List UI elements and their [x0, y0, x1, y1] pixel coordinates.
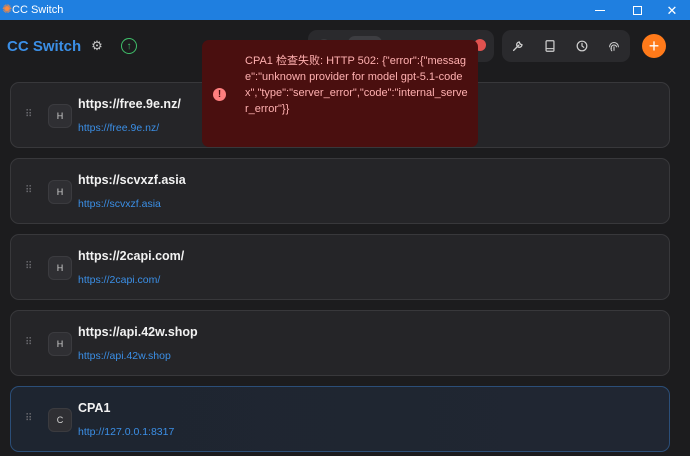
brand-title[interactable]: CC Switch — [7, 38, 81, 55]
minimize-icon — [595, 9, 605, 11]
drag-handle-icon[interactable]: ⠿ — [25, 337, 33, 349]
fingerprint-icon — [609, 41, 619, 52]
drag-handle-icon[interactable]: ⠿ — [25, 185, 33, 197]
toolbar — [502, 30, 630, 62]
error-icon: ! — [213, 88, 226, 101]
provider-card[interactable]: ⠿ H https://2capi.com/ https://2capi.com… — [10, 234, 670, 300]
provider-name: https://scvxzf.asia — [78, 173, 186, 187]
provider-avatar: C — [48, 408, 72, 432]
plus-icon: + — [648, 36, 660, 56]
drag-handle-icon[interactable]: ⠿ — [25, 413, 33, 425]
provider-avatar: H — [48, 180, 72, 204]
provider-name: https://2capi.com/ — [78, 249, 185, 263]
maximize-button[interactable] — [617, 0, 657, 20]
add-provider-button[interactable]: + — [642, 34, 666, 58]
minimize-button[interactable] — [580, 0, 620, 20]
provider-name: https://api.42w.shop — [78, 325, 198, 339]
arrow-up-icon: ↑ — [126, 40, 132, 52]
error-toast[interactable]: ! CPA1 检查失败: HTTP 502: {"error":{"messag… — [202, 40, 478, 147]
provider-avatar: H — [48, 332, 72, 356]
drag-handle-icon[interactable]: ⠿ — [25, 109, 33, 121]
provider-card[interactable]: ⠿ H https://api.42w.shop https://api.42w… — [10, 310, 670, 376]
window-titlebar: ✺ CC Switch ✕ — [0, 0, 690, 20]
provider-card-active[interactable]: ⠿ C CPA1 http://127.0.0.1:8317 — [10, 386, 670, 452]
gear-icon: ⚙ — [91, 38, 103, 53]
provider-url-link[interactable]: https://free.9e.nz/ — [78, 122, 159, 134]
provider-url-link[interactable]: https://api.42w.shop — [78, 350, 171, 362]
provider-card[interactable]: ⠿ H https://scvxzf.asia https://scvxzf.a… — [10, 158, 670, 224]
history-button[interactable] — [566, 30, 598, 62]
fingerprint-button[interactable] — [598, 30, 630, 62]
close-icon: ✕ — [666, 2, 678, 18]
history-icon — [576, 40, 588, 52]
close-button[interactable]: ✕ — [652, 0, 690, 20]
maximize-icon — [632, 5, 642, 15]
window-title: CC Switch — [12, 4, 64, 16]
settings-button[interactable]: ⚙ — [88, 37, 106, 55]
drag-handle-icon[interactable]: ⠿ — [25, 261, 33, 273]
wrench-icon — [512, 41, 523, 52]
provider-url-link[interactable]: https://2capi.com/ — [78, 274, 160, 286]
provider-url-link[interactable]: http://127.0.0.1:8317 — [78, 426, 174, 438]
update-button[interactable]: ↑ — [121, 38, 137, 54]
provider-url-link[interactable]: https://scvxzf.asia — [78, 198, 161, 210]
book-button[interactable] — [534, 30, 566, 62]
provider-name: https://free.9e.nz/ — [78, 97, 181, 111]
book-icon — [545, 40, 555, 52]
provider-avatar: H — [48, 104, 72, 128]
provider-name: CPA1 — [78, 401, 111, 415]
provider-avatar: H — [48, 256, 72, 280]
wrench-button[interactable] — [502, 30, 534, 62]
error-message: CPA1 检查失败: HTTP 502: {"error":{"message"… — [245, 55, 468, 115]
